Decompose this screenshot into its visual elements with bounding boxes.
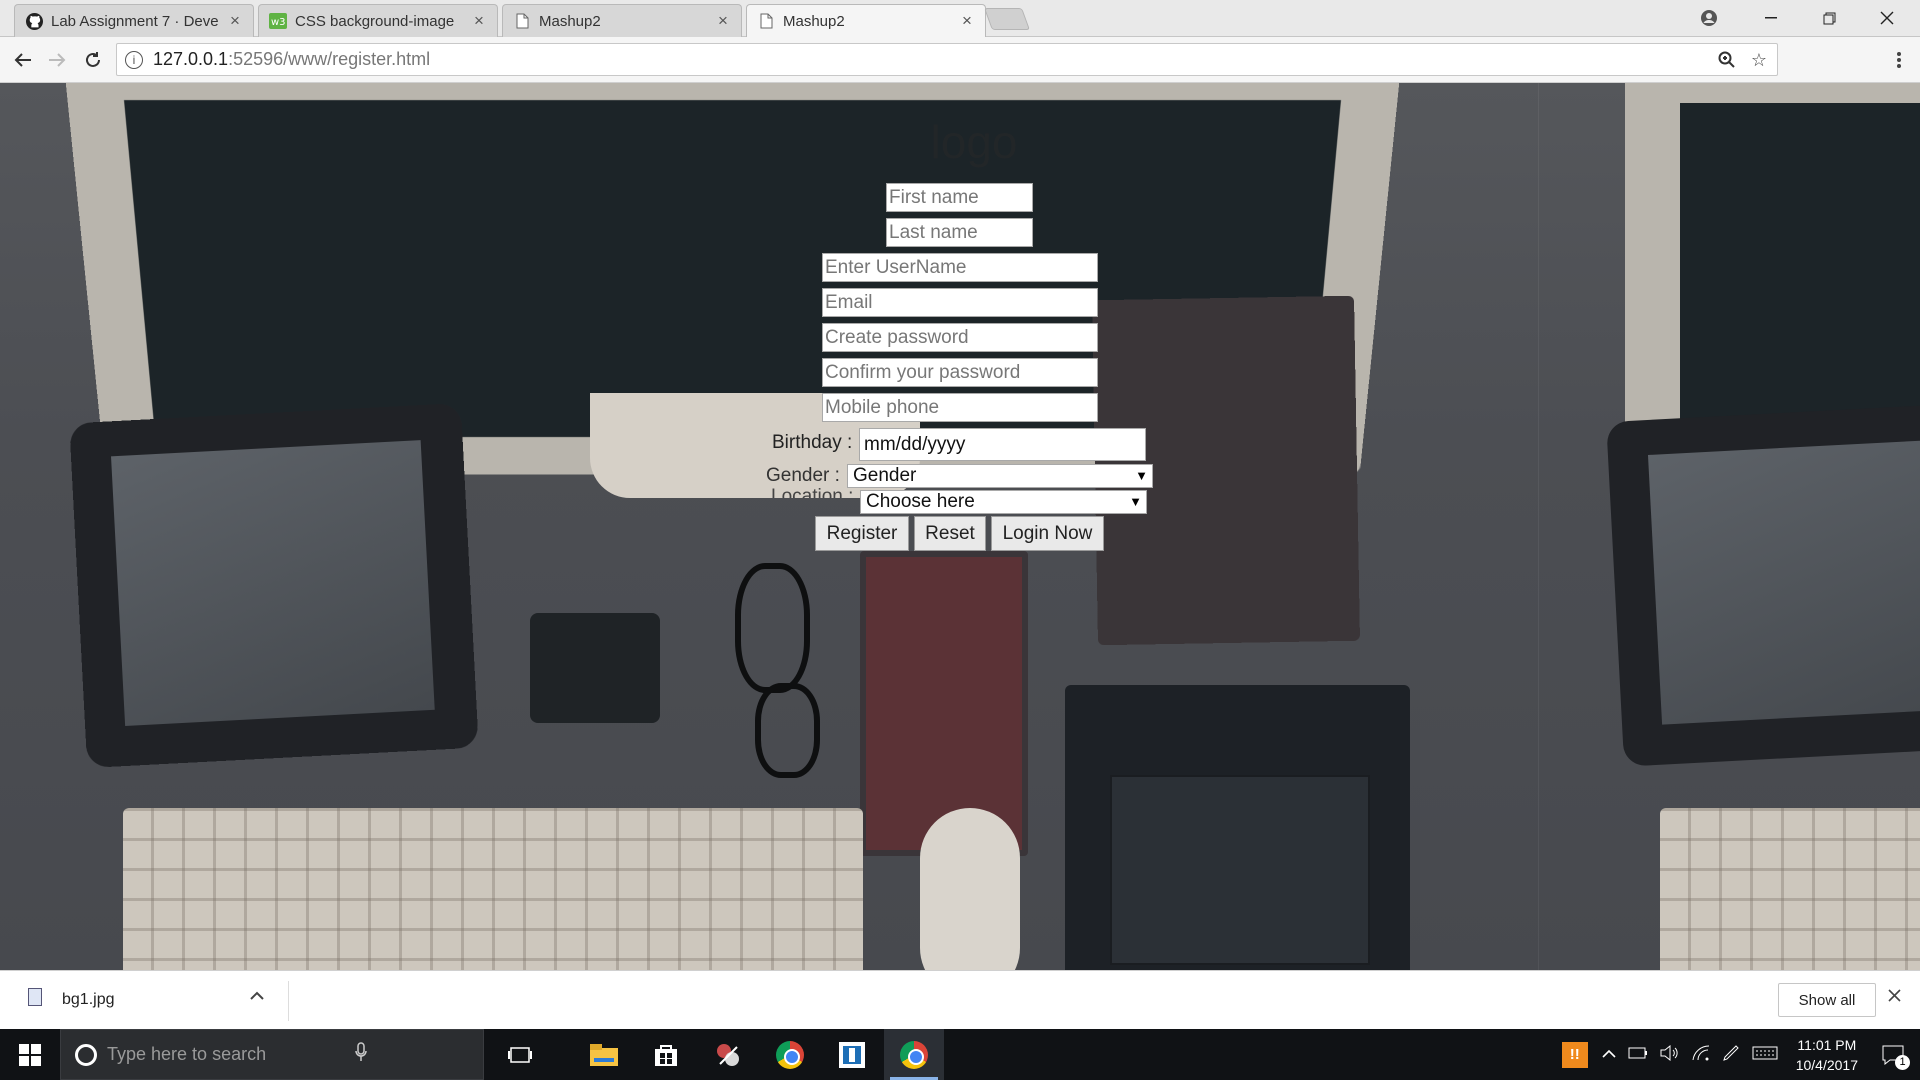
task-view-icon[interactable] <box>490 1029 550 1080</box>
minimize-icon[interactable] <box>1748 4 1794 32</box>
tab-title: CSS background-image <box>295 12 455 30</box>
wifi-icon[interactable] <box>1692 1044 1710 1065</box>
dropdown-arrow-icon: ▼ <box>1135 468 1148 483</box>
show-all-button[interactable]: Show all <box>1778 983 1876 1017</box>
keyboard-icon[interactable] <box>1752 1046 1778 1064</box>
windows-start-button[interactable] <box>0 1029 60 1080</box>
tab-lab-assignment[interactable]: Lab Assignment 7 · Deve × <box>14 4 254 37</box>
page-icon <box>513 12 531 30</box>
back-arrow-icon[interactable] <box>8 45 38 75</box>
close-icon[interactable]: × <box>715 11 731 31</box>
system-tray: !! 11:01 PM 10/4/2017 1 <box>1561 1029 1920 1080</box>
tab-title: Mashup2 <box>539 12 601 30</box>
gender-select[interactable]: Gender ▼ <box>847 464 1153 488</box>
divider <box>288 981 289 1021</box>
first-name-input[interactable]: First name <box>886 183 1033 212</box>
tab-title: Mashup2 <box>783 12 845 30</box>
reset-button[interactable]: Reset <box>914 516 986 551</box>
windows-logo-icon <box>19 1043 41 1066</box>
battery-icon[interactable] <box>1628 1046 1648 1063</box>
tab-mashup2-active[interactable]: Mashup2 × <box>746 4 986 37</box>
tab-mashup2[interactable]: Mashup2 × <box>502 4 742 37</box>
bookmark-star-icon[interactable]: ☆ <box>1747 48 1771 72</box>
username-input[interactable]: Enter UserName <box>822 253 1098 282</box>
github-icon <box>25 12 43 30</box>
clock-time: 11:01 PM <box>1797 1036 1857 1053</box>
notification-count: 1 <box>1895 1054 1910 1070</box>
info-icon[interactable]: i <box>125 50 143 69</box>
email-input[interactable]: Email <box>822 288 1098 317</box>
download-file-name[interactable]: bg1.jpg <box>62 991 115 1009</box>
snipping-tool-icon[interactable] <box>698 1029 758 1080</box>
url-host: 127.0.0.1 <box>153 49 229 69</box>
login-now-button[interactable]: Login Now <box>991 516 1104 551</box>
last-name-input[interactable]: Last name <box>886 218 1033 247</box>
birthday-label: Birthday : <box>772 432 853 453</box>
location-selected-value: Choose here <box>866 491 975 512</box>
location-select[interactable]: Choose here ▼ <box>860 490 1147 514</box>
dropdown-arrow-icon: ▼ <box>1129 494 1142 509</box>
page-icon <box>757 12 775 30</box>
profile-icon[interactable] <box>1686 4 1732 32</box>
birthday-date-input[interactable]: mm/dd/yyyy <box>859 428 1146 461</box>
close-icon[interactable]: × <box>227 11 243 31</box>
clock[interactable]: 11:01 PM 10/4/2017 <box>1796 1035 1858 1075</box>
menu-kebab-icon[interactable] <box>1884 45 1914 75</box>
action-center-icon[interactable]: 1 <box>1880 1042 1910 1070</box>
restore-icon[interactable] <box>1806 4 1852 32</box>
forward-arrow-icon[interactable] <box>42 45 72 75</box>
close-icon[interactable]: × <box>471 11 487 31</box>
page-viewport: logo First name Last name Enter UserName… <box>0 83 1920 970</box>
gender-selected-value: Gender <box>853 465 917 486</box>
pen-icon[interactable] <box>1722 1044 1740 1066</box>
close-window-icon[interactable] <box>1864 4 1910 32</box>
search-placeholder: Type here to search <box>107 1044 267 1064</box>
download-shelf: bg1.jpg Show all <box>0 970 1920 1029</box>
browser-toolbar: i 127.0.0.1:52596/www/register.html ☆ <box>0 37 1920 83</box>
location-label: Location : <box>771 486 854 498</box>
new-tab-button[interactable] <box>983 8 1031 30</box>
create-password-input[interactable]: Create password <box>822 323 1098 352</box>
reload-icon[interactable] <box>78 45 108 75</box>
chevron-up-icon[interactable] <box>1602 1046 1616 1063</box>
file-explorer-icon[interactable] <box>574 1029 634 1080</box>
url-path: :52596/www/register.html <box>228 49 431 69</box>
address-bar[interactable]: i 127.0.0.1:52596/www/register.html ☆ <box>116 43 1778 76</box>
svg-text:w3: w3 <box>271 17 286 28</box>
tab-title: Lab Assignment 7 · Deve <box>51 12 219 30</box>
close-icon[interactable]: × <box>959 11 975 31</box>
mobile-phone-input[interactable]: Mobile phone <box>822 393 1098 422</box>
microphone-icon[interactable] <box>355 1042 367 1067</box>
app-icon[interactable] <box>822 1029 882 1080</box>
image-file-icon <box>28 988 42 1006</box>
chevron-up-icon[interactable] <box>250 985 264 1006</box>
chrome-icon[interactable] <box>760 1029 820 1080</box>
tab-css-background[interactable]: w3 CSS background-image × <box>258 4 498 37</box>
close-icon[interactable] <box>1888 985 1901 1008</box>
cortana-icon <box>75 1043 97 1066</box>
register-button[interactable]: Register <box>815 516 909 551</box>
gender-label: Gender : <box>766 465 840 486</box>
taskbar-search-box[interactable]: Type here to search <box>60 1029 484 1080</box>
w3schools-icon: w3 <box>269 12 287 30</box>
volume-icon[interactable] <box>1660 1044 1680 1065</box>
clock-date: 10/4/2017 <box>1795 1056 1858 1073</box>
zoom-icon[interactable] <box>1715 48 1739 72</box>
notification-alert-icon[interactable]: !! <box>1561 1041 1588 1068</box>
windows-taskbar: Type here to search !! 11:01 PM 10/4/201… <box>0 1029 1920 1080</box>
chrome-active-icon[interactable] <box>884 1029 944 1080</box>
store-icon[interactable] <box>636 1029 696 1080</box>
confirm-password-input[interactable]: Confirm your password <box>822 358 1098 387</box>
tab-strip: Lab Assignment 7 · Deve × w3 CSS backgro… <box>0 0 1920 37</box>
logo: logo <box>930 116 1018 168</box>
